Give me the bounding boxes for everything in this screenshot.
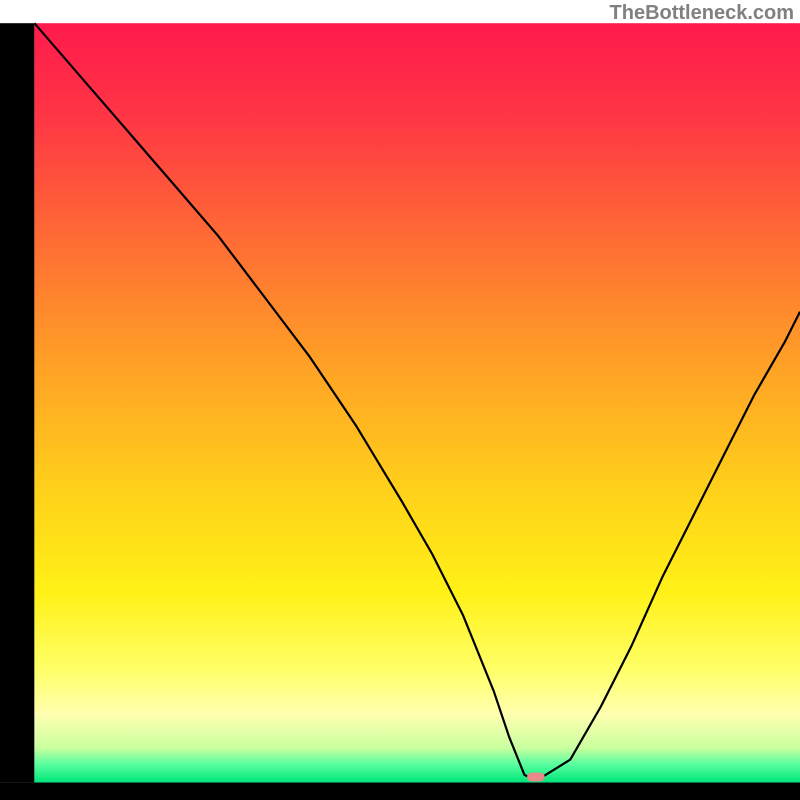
optimal-marker [527, 773, 545, 782]
bottleneck-chart [0, 0, 800, 800]
chart-container: TheBottleneck.com [0, 0, 800, 800]
watermark-text: TheBottleneck.com [610, 2, 794, 25]
